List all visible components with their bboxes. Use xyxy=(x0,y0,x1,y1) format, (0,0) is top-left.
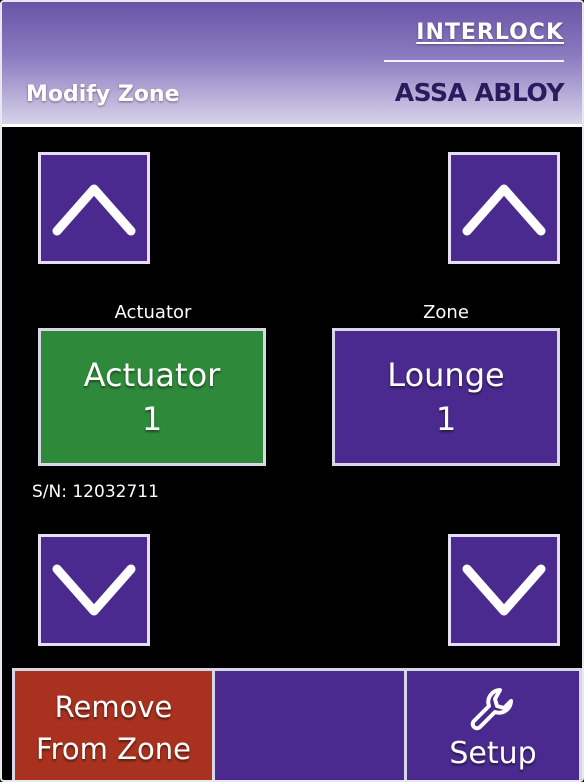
brand-assa-abloy: ASSA ABLOY xyxy=(394,78,565,107)
remove-from-zone-button[interactable]: Remove From Zone xyxy=(12,668,212,780)
zone-up-button[interactable] xyxy=(448,152,560,264)
remove-line1: Remove xyxy=(54,689,173,724)
chevron-up-icon xyxy=(462,184,546,236)
zone-name: Lounge xyxy=(387,356,505,394)
setup-button[interactable]: Setup xyxy=(404,668,582,780)
bottom-action-bar: Remove From Zone Setup xyxy=(2,668,582,780)
actuator-name: Actuator xyxy=(83,356,221,394)
page-title: Modify Zone xyxy=(26,82,180,107)
zone-selector-tile[interactable]: Lounge 1 xyxy=(332,328,560,466)
brand-divider xyxy=(384,60,564,62)
zone-number: 1 xyxy=(435,400,457,438)
zone-down-button[interactable] xyxy=(448,534,560,646)
brand-logo: INTERLOCK ASSA ABLOY xyxy=(374,20,565,116)
brand-interlock: INTERLOCK xyxy=(416,20,564,45)
actuator-up-button[interactable] xyxy=(38,152,150,264)
actuator-selector-tile[interactable]: Actuator 1 xyxy=(38,328,266,466)
chevron-down-icon xyxy=(462,564,546,616)
chevron-up-icon xyxy=(52,184,136,236)
chevron-down-icon xyxy=(52,564,136,616)
wrench-icon xyxy=(470,688,513,731)
actuator-serial-number: S/N: 12032711 xyxy=(32,482,159,502)
zone-column-label: Zone xyxy=(423,302,469,323)
empty-action-slot xyxy=(212,668,404,780)
modify-zone-screen: Modify Zone INTERLOCK ASSA ABLOY Actuato… xyxy=(0,0,584,782)
actuator-down-button[interactable] xyxy=(38,534,150,646)
setup-label: Setup xyxy=(449,736,537,771)
header-bar: Modify Zone INTERLOCK ASSA ABLOY xyxy=(2,2,582,127)
actuator-number: 1 xyxy=(141,400,163,438)
remove-line2: From Zone xyxy=(36,731,191,766)
actuator-column-label: Actuator xyxy=(114,302,192,323)
